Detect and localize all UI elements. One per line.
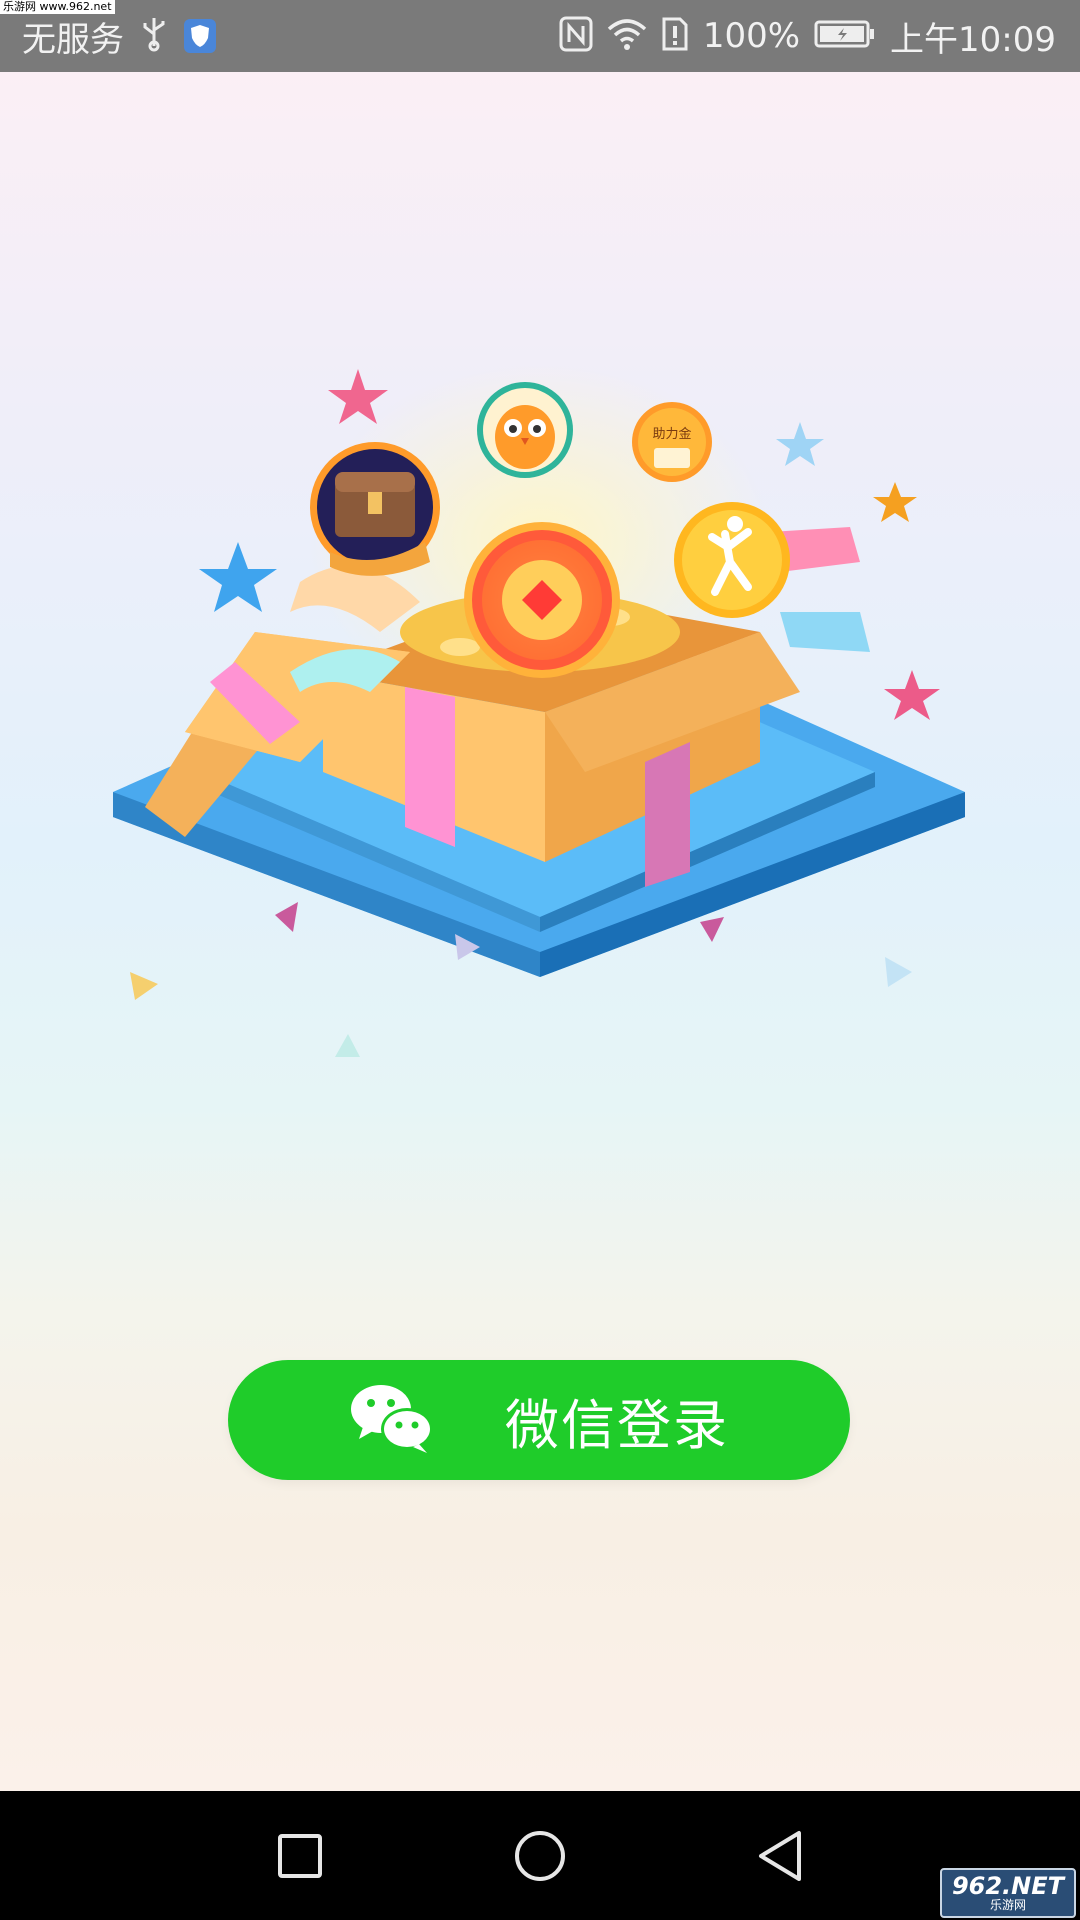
status-bar: 无服务 100% 上午10:09 乐游网 www.962.net xyxy=(0,0,1080,72)
watermark-text: 乐游网 www.962.net xyxy=(0,0,115,14)
wifi-icon xyxy=(607,17,647,55)
home-button[interactable] xyxy=(500,1821,580,1891)
corner-logo-main: 962.NET xyxy=(951,1872,1065,1900)
main-content: 助力金 微信登录 xyxy=(0,72,1080,1791)
status-bar-right: 100% 上午10:09 xyxy=(559,8,1056,64)
corner-logo-sub: 乐游网 xyxy=(989,1898,1026,1912)
back-button[interactable] xyxy=(740,1821,820,1891)
battery-percent: 100% xyxy=(702,16,801,56)
recents-button[interactable] xyxy=(260,1821,340,1891)
corner-watermark-logo: 962.NET 乐游网 xyxy=(940,1868,1076,1918)
battery-charging-icon xyxy=(814,19,876,53)
circle-icon xyxy=(515,1831,565,1881)
login-button-label: 微信登录 xyxy=(505,1393,729,1457)
triangle-back-icon xyxy=(759,1831,801,1881)
shield-app-icon xyxy=(184,19,216,53)
wechat-icon xyxy=(349,1381,435,1459)
navigation-bar: 962.NET 乐游网 xyxy=(0,1791,1080,1920)
square-icon xyxy=(278,1834,322,1878)
coin-badge-text: 助力金 xyxy=(652,426,691,442)
carrier-text: 无服务 xyxy=(22,19,124,60)
sim-alert-icon xyxy=(661,16,689,56)
usb-icon xyxy=(140,16,168,56)
status-bar-left: 无服务 xyxy=(22,8,216,64)
wechat-login-button[interactable]: 微信登录 xyxy=(228,1360,850,1480)
nfc-icon xyxy=(559,16,593,56)
gift-box-illustration: 助力金 xyxy=(113,362,965,1057)
clock: 上午10:09 xyxy=(890,19,1056,60)
